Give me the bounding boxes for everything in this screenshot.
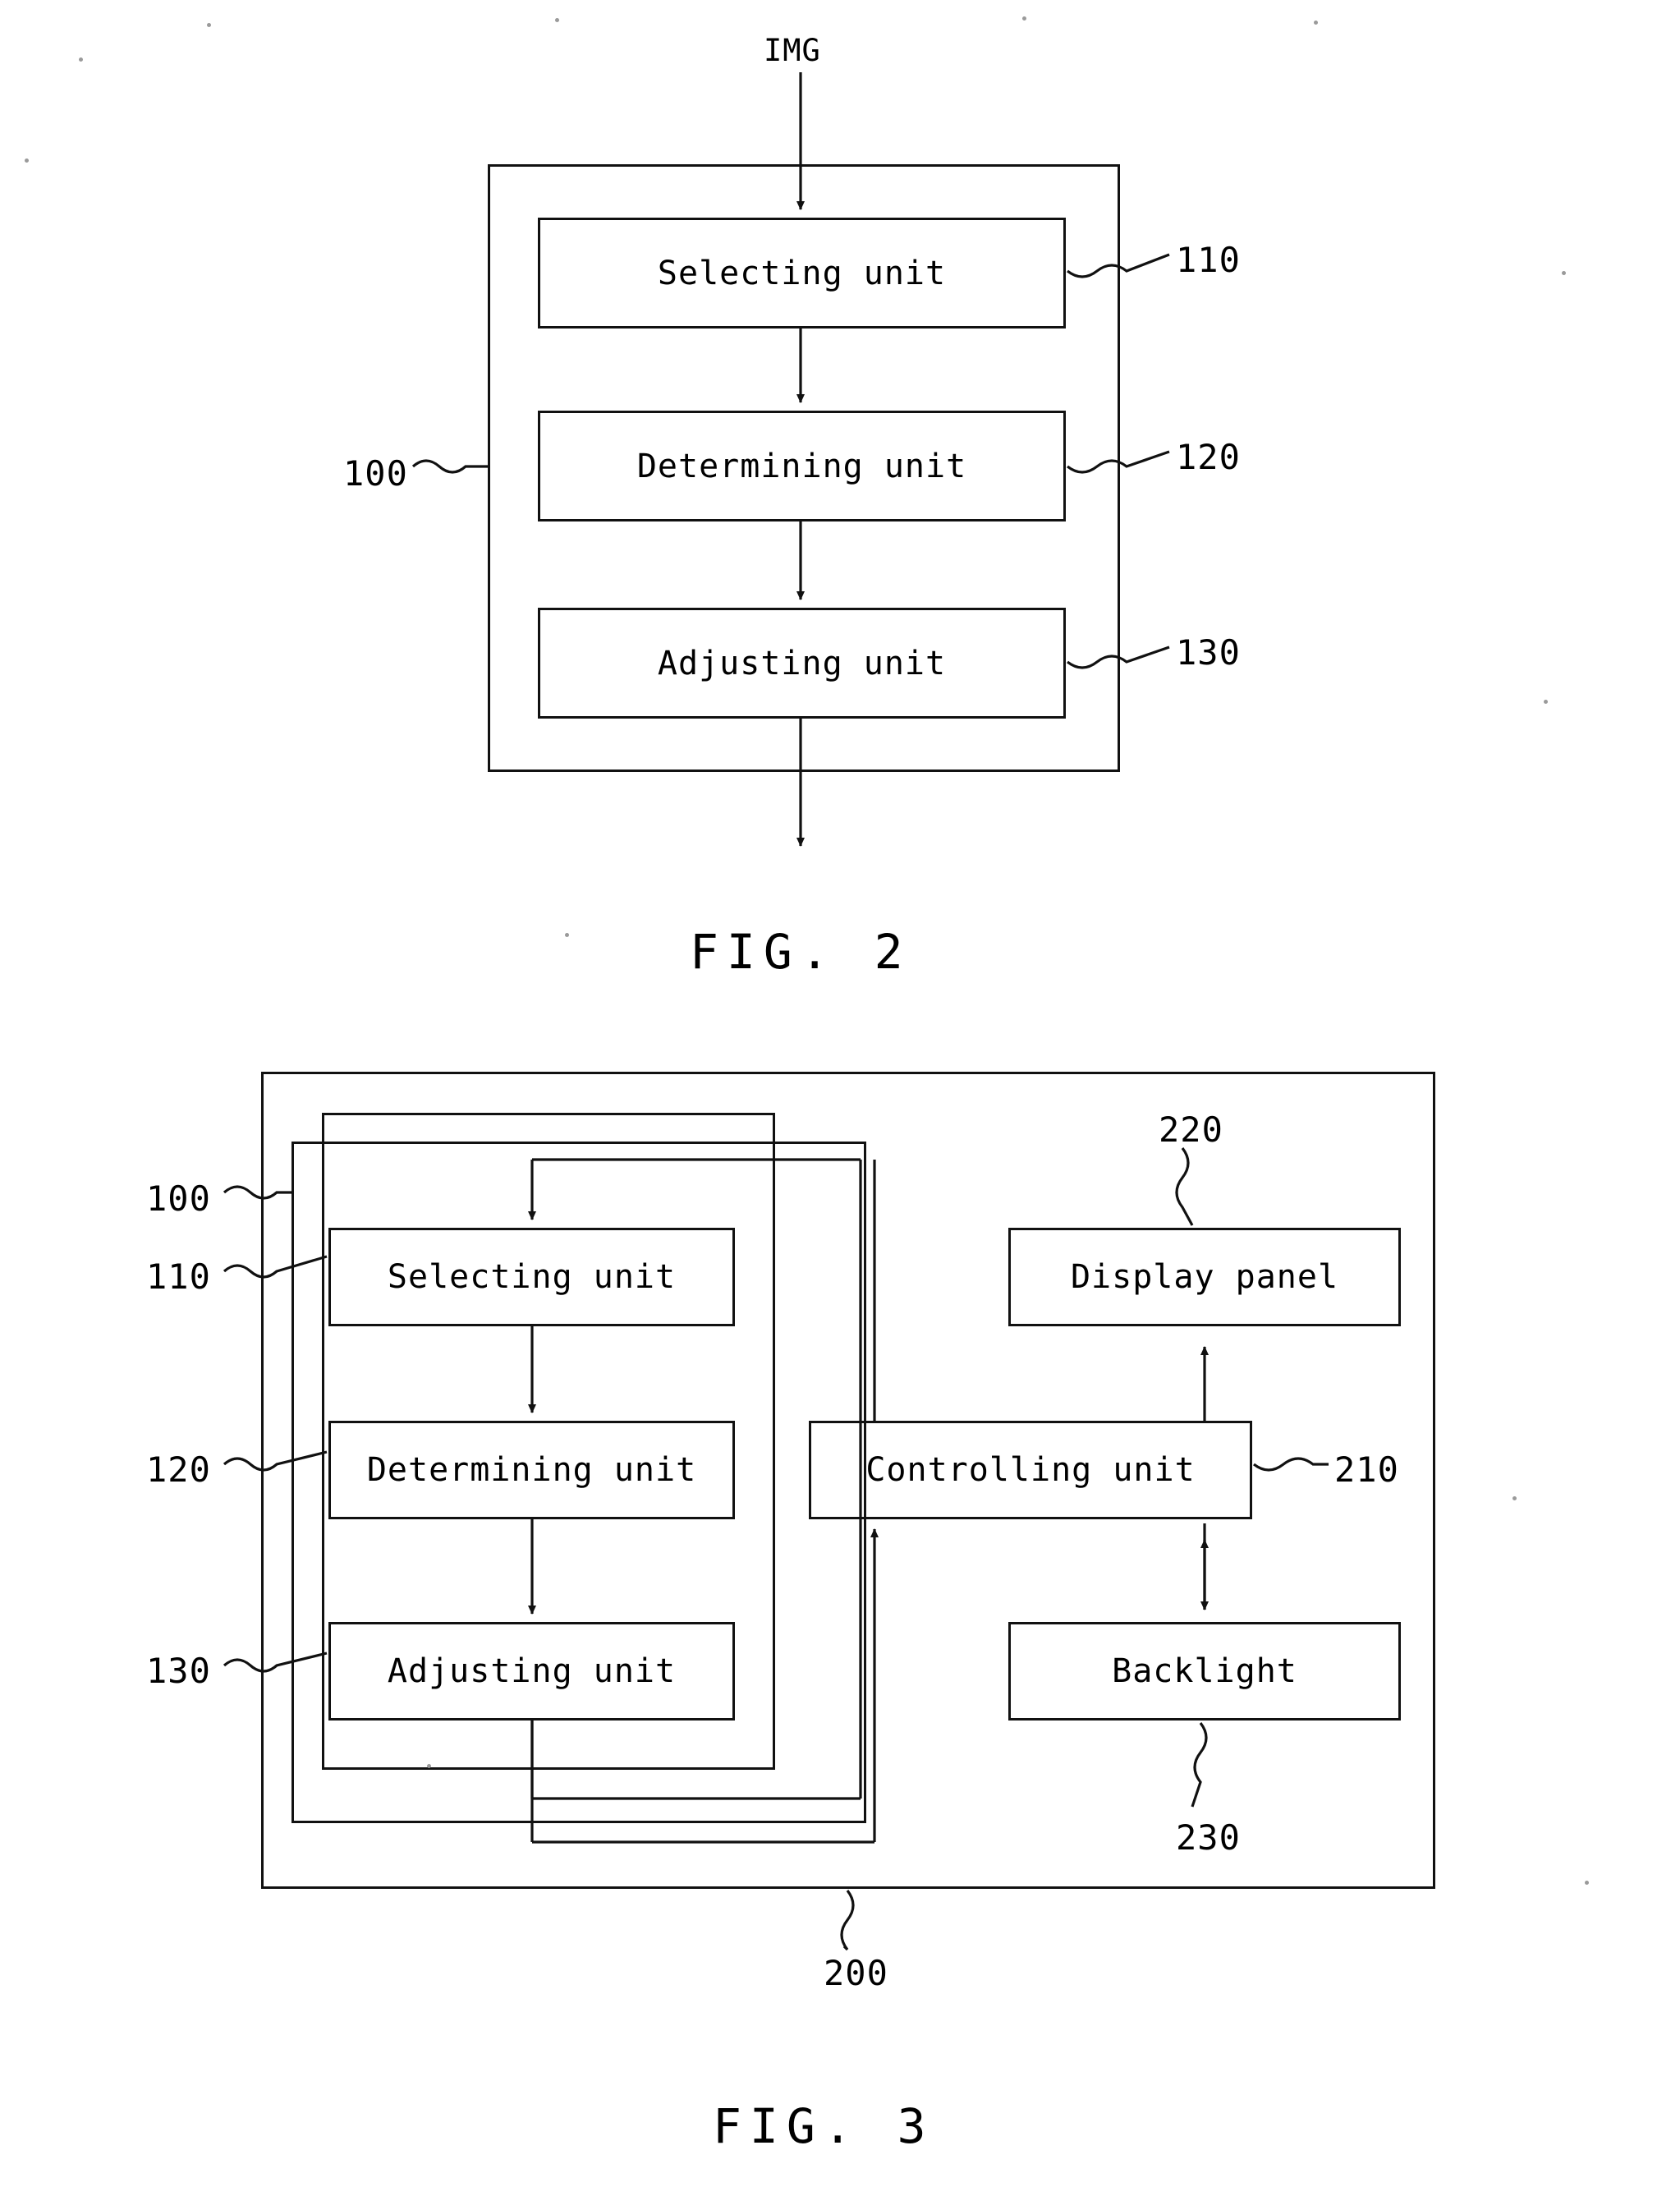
fig3-ref-230: 230 <box>1176 1817 1241 1858</box>
fig3-block-adjusting-unit-label: Adjusting unit <box>387 1652 677 1690</box>
fig2-ref-130: 130 <box>1176 632 1241 673</box>
fig3-block-controlling-unit-label: Controlling unit <box>865 1451 1196 1489</box>
figure-sheet: IMG Selecting unit Determining unit Adju… <box>0 0 1680 2196</box>
fig3-block-backlight: Backlight <box>1008 1622 1401 1721</box>
scan-speck <box>79 57 83 62</box>
scan-speck <box>1314 21 1318 25</box>
scan-speck <box>1585 1881 1589 1885</box>
fig3-block-display-panel: Display panel <box>1008 1228 1401 1326</box>
scan-speck <box>427 1764 431 1768</box>
fig2-block-adjusting-unit-label: Adjusting unit <box>657 644 947 682</box>
fig2-block-determining-unit: Determining unit <box>538 411 1066 521</box>
scan-speck <box>1562 271 1566 275</box>
fig3-block-determining-unit-label: Determining unit <box>366 1451 697 1489</box>
fig3-block-determining-unit: Determining unit <box>328 1421 735 1519</box>
fig2-block-selecting-unit-label: Selecting unit <box>657 254 947 292</box>
fig2-ref-110: 110 <box>1176 240 1241 280</box>
fig3-block-backlight-label: Backlight <box>1112 1652 1297 1690</box>
fig2-ref-120: 120 <box>1176 437 1241 477</box>
scan-speck <box>1512 1496 1517 1500</box>
scan-speck <box>565 933 569 937</box>
fig2-caption: FIG. 2 <box>690 924 911 980</box>
fig3-ref-120: 120 <box>146 1449 211 1490</box>
fig3-block-selecting-unit-label: Selecting unit <box>387 1258 677 1296</box>
scan-speck <box>555 18 559 22</box>
fig2-input-label: IMG <box>764 33 821 68</box>
fig3-block-adjusting-unit: Adjusting unit <box>328 1622 735 1721</box>
fig3-ref-210: 210 <box>1334 1449 1399 1490</box>
fig3-block-controlling-unit: Controlling unit <box>809 1421 1252 1519</box>
fig3-block-selecting-unit: Selecting unit <box>328 1228 735 1326</box>
fig2-ref-100: 100 <box>343 453 408 494</box>
scan-speck <box>1022 16 1026 21</box>
scan-speck <box>207 23 211 27</box>
fig2-block-determining-unit-label: Determining unit <box>636 447 967 485</box>
fig3-block-display-panel-label: Display panel <box>1070 1258 1339 1296</box>
scan-speck <box>1544 700 1548 704</box>
fig3-caption: FIG. 3 <box>713 2098 934 2154</box>
fig3-ref-110: 110 <box>146 1256 211 1297</box>
scan-speck <box>25 158 29 163</box>
fig3-ref-220: 220 <box>1159 1109 1223 1150</box>
fig2-block-selecting-unit: Selecting unit <box>538 218 1066 328</box>
fig2-block-adjusting-unit: Adjusting unit <box>538 608 1066 719</box>
fig3-ref-100: 100 <box>146 1178 211 1219</box>
fig3-ref-200: 200 <box>824 1953 888 1993</box>
fig3-ref-130: 130 <box>146 1651 211 1691</box>
